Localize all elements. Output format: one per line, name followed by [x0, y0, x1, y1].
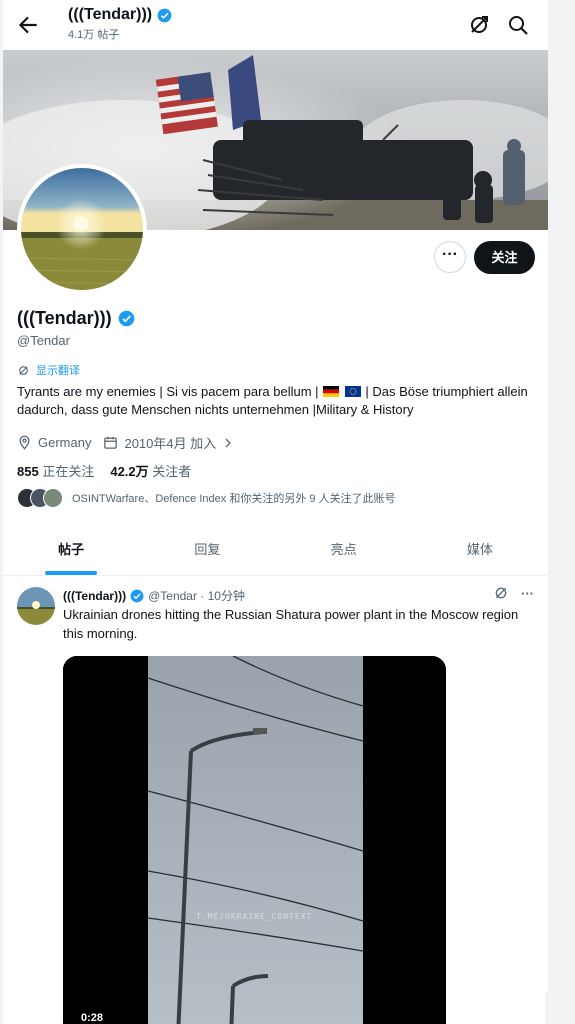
tab-label: 回复 — [194, 542, 221, 557]
bio-text-part1: Tyrants are my enemies | Si vis pacem pa… — [17, 384, 319, 399]
video-frame — [63, 656, 446, 1024]
show-translation-link[interactable]: 显示翻译 — [17, 362, 80, 378]
following-stat[interactable]: 855 正在关注 — [17, 461, 94, 480]
location-text: Germany — [38, 435, 92, 450]
tweet-author-avatar[interactable] — [17, 587, 55, 625]
translate-icon[interactable] — [493, 585, 509, 601]
profile-handle: @Tendar — [17, 333, 70, 348]
more-options-button[interactable]: ··· — [434, 241, 466, 273]
tab-label: 帖子 — [58, 542, 85, 557]
followers-count: 42.2万 — [110, 464, 149, 479]
tweet-author-name[interactable]: (((Tendar))) — [63, 589, 126, 603]
verified-badge-icon — [130, 589, 144, 602]
avatar — [43, 488, 63, 508]
tab-posts[interactable]: 帖子 — [3, 530, 139, 575]
following-label: 正在关注 — [42, 464, 95, 479]
verified-badge-icon — [157, 8, 172, 22]
followers-stat[interactable]: 42.2万 关注者 — [110, 461, 191, 480]
translate-icon — [19, 365, 28, 375]
following-count: 855 — [17, 464, 39, 479]
profile-tabs: 帖子 回复 亮点 媒体 — [3, 530, 548, 576]
germany-flag-icon — [323, 386, 340, 397]
tweet-more-button[interactable]: ··· — [521, 586, 534, 601]
chevron-right-icon[interactable] — [222, 437, 234, 449]
profile-meta: Germany 2010年4月 加入 — [17, 433, 240, 452]
tweet-handle-time[interactable]: @Tendar · 10分钟 — [148, 587, 245, 604]
profile-name: (((Tendar))) — [17, 308, 135, 329]
header-title: (((Tendar))) 4.1万 帖子 — [68, 6, 172, 42]
corner-overlay — [545, 992, 575, 1024]
back-arrow-icon[interactable] — [15, 12, 41, 38]
profile-avatar[interactable] — [17, 164, 147, 294]
joined-date: 2010年4月 加入 — [124, 436, 217, 451]
tab-media[interactable]: 媒体 — [412, 530, 548, 575]
profile-bio: Tyrants are my enemies | Si vis pacem pa… — [17, 383, 537, 419]
active-tab-indicator — [45, 571, 98, 575]
tab-replies[interactable]: 回复 — [139, 530, 275, 575]
eu-flag-icon — [344, 386, 361, 397]
profile-page: (((Tendar))) 4.1万 帖子 ··· 关注 (((Tendar)))… — [3, 0, 548, 1024]
tab-label: 媒体 — [466, 542, 493, 557]
follow-stats: 855 正在关注 42.2万 关注者 — [17, 461, 191, 480]
tab-label: 亮点 — [330, 542, 357, 557]
follow-button[interactable]: 关注 — [474, 241, 535, 274]
search-icon[interactable] — [506, 13, 530, 37]
location-pin-icon — [19, 435, 30, 450]
header-display-name: (((Tendar))) — [68, 6, 153, 23]
tweet-actions: ··· — [493, 585, 534, 601]
known-followers-text: OSINTWarfare、Defence Index 和你关注的另外 9 人关注… — [72, 493, 396, 505]
followers-label: 关注者 — [152, 464, 192, 479]
tab-highlights[interactable]: 亮点 — [276, 530, 412, 575]
video-duration: 0:28 — [81, 1012, 104, 1024]
known-followers[interactable]: OSINTWarfare、Defence Index 和你关注的另外 9 人关注… — [17, 488, 396, 508]
tweet-video[interactable]: T.ME/UKRAINE_CONTEXT 0:28 — [63, 656, 446, 1024]
translate-label: 显示翻译 — [36, 365, 80, 377]
tweet-text: Ukrainian drones hitting the Russian Sha… — [63, 607, 519, 641]
translate-icon[interactable] — [467, 13, 491, 37]
verified-badge-icon — [118, 310, 134, 327]
header-post-count: 4.1万 帖子 — [68, 29, 120, 41]
tweet-header: (((Tendar))) @Tendar · 10分钟 — [63, 587, 245, 604]
video-watermark: T.ME/UKRAINE_CONTEXT — [196, 912, 313, 921]
top-bar: (((Tendar))) 4.1万 帖子 — [3, 0, 548, 50]
profile-display-name: (((Tendar))) — [17, 308, 112, 328]
calendar-icon — [104, 436, 118, 449]
known-followers-avatars — [17, 488, 63, 508]
